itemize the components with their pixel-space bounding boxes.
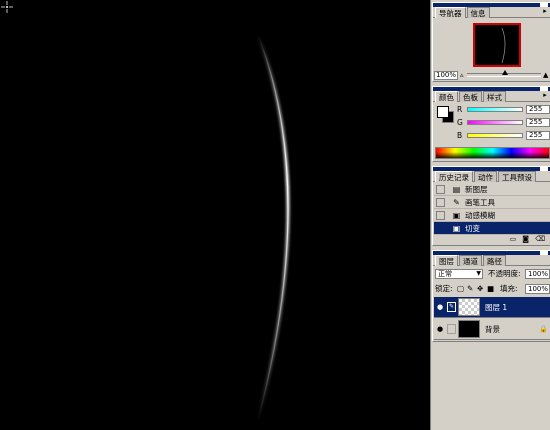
green-slider[interactable]	[467, 120, 523, 125]
snapshot-icon[interactable]: ◙	[522, 235, 529, 244]
palette-dock: 导航器 信息 ▸ 100% ▵ ▲ 颜色 色板 样式 ▸ R 255 G 255…	[430, 0, 550, 430]
fill-field[interactable]: 100%	[525, 284, 550, 294]
history-item[interactable]: ▣ 动感模糊	[434, 209, 550, 222]
red-channel-row: R 255	[455, 105, 550, 115]
navigator-tabs: 导航器 信息 ▸	[433, 7, 550, 18]
history-item[interactable]: ✎ 画笔工具	[434, 196, 550, 209]
crosshair-cursor-icon	[1, 1, 13, 13]
history-tabs: 历史记录 动作 工具预设	[433, 171, 550, 182]
eye-icon[interactable]: ●	[435, 302, 445, 312]
trash-icon[interactable]: ⌫	[535, 235, 545, 244]
history-state-marker-icon[interactable]	[436, 223, 445, 233]
panel-grip[interactable]	[433, 87, 550, 91]
tab-styles[interactable]: 样式	[483, 91, 506, 102]
tab-info[interactable]: 信息	[466, 7, 490, 18]
tab-history[interactable]: 历史记录	[435, 171, 473, 182]
channel-label: G	[457, 118, 463, 127]
blend-mode-value: 正常	[438, 270, 452, 278]
channel-label: R	[457, 105, 463, 114]
lock-icon: 🔒	[539, 325, 548, 333]
green-channel-row: G 255	[455, 118, 550, 128]
foreground-color-swatch[interactable]	[437, 106, 449, 118]
layer-thumbnail	[458, 320, 480, 338]
panel-grip[interactable]	[433, 167, 550, 171]
navigator-preview[interactable]	[473, 23, 521, 67]
history-item-label: 切变	[465, 223, 480, 233]
panel-menu-icon[interactable]: ▸	[540, 7, 550, 16]
mountain-small-icon[interactable]: ▵	[460, 71, 464, 79]
new-document-icon[interactable]: ▭	[510, 235, 517, 244]
eye-icon[interactable]: ●	[435, 324, 445, 334]
filter-icon: ▣	[452, 210, 461, 220]
history-list: ▤ 新图层 ✎ 画笔工具 ▣ 动感模糊 ▣ 切变	[434, 183, 550, 235]
light-streak-artwork	[256, 34, 290, 421]
blue-channel-row: B 255	[455, 131, 550, 141]
layers-tabs: 图层 通道 路径	[433, 255, 550, 266]
mountain-large-icon[interactable]: ▲	[543, 71, 548, 79]
lock-all-icon[interactable]: ■	[487, 284, 494, 294]
panel-grip[interactable]	[433, 251, 550, 255]
green-value-field[interactable]: 255	[526, 118, 550, 127]
navigator-panel: 导航器 信息 ▸ 100% ▵ ▲	[432, 2, 550, 82]
color-panel: 颜色 色板 样式 ▸ R 255 G 255 B 255	[432, 86, 550, 162]
color-spectrum-ramp[interactable]	[435, 147, 550, 159]
channel-label: B	[457, 131, 463, 140]
zoom-field[interactable]: 100%	[434, 71, 458, 80]
layer-row[interactable]: ● 背景 🔒	[434, 319, 550, 340]
tab-tool-presets[interactable]: 工具预设	[498, 171, 536, 182]
lock-label: 锁定:	[435, 284, 453, 293]
lock-image-icon[interactable]: ✎	[467, 284, 473, 294]
filter-icon: ▣	[452, 223, 461, 233]
blue-value-field[interactable]: 255	[526, 131, 550, 140]
brush-icon: ✎	[453, 197, 460, 207]
red-slider[interactable]	[467, 107, 523, 112]
red-value-field[interactable]: 255	[526, 105, 550, 114]
history-panel: 历史记录 动作 工具预设 ▤ 新图层 ✎ 画笔工具 ▣ 动感模糊 ▣ 切变 ▭ …	[432, 166, 550, 246]
blue-slider[interactable]	[467, 133, 523, 138]
fill-label: 填充:	[500, 284, 518, 293]
layers-panel: 图层 通道 路径 正常 ▼ 不透明度: 100% 锁定: ▢ ✎ ✥ ■ 填充:…	[432, 250, 550, 342]
history-source-checkbox[interactable]	[436, 184, 445, 194]
navigator-preview-streak	[501, 27, 506, 64]
layer-row[interactable]: ● ✎ 图层 1	[434, 297, 550, 318]
layer-name: 图层 1	[485, 302, 508, 312]
layer-link-box[interactable]	[447, 324, 456, 334]
tab-channels[interactable]: 通道	[459, 255, 482, 266]
color-tabs: 颜色 色板 样式 ▸	[433, 91, 550, 102]
tab-navigator[interactable]: 导航器	[435, 7, 466, 18]
panel-menu-icon[interactable]: ▸	[540, 91, 550, 100]
history-item-label: 新图层	[465, 184, 488, 194]
document-canvas[interactable]	[0, 0, 430, 430]
tab-swatches[interactable]: 色板	[459, 91, 482, 102]
layer-name: 背景	[485, 324, 500, 334]
tab-layers[interactable]: 图层	[435, 255, 458, 266]
history-item[interactable]: ▤ 新图层	[434, 183, 550, 196]
new-layer-icon: ▤	[452, 184, 461, 194]
opacity-field[interactable]: 100%	[525, 269, 550, 279]
history-item[interactable]: ▣ 切变	[434, 222, 550, 235]
history-item-label: 动感模糊	[465, 210, 495, 220]
history-source-checkbox[interactable]	[436, 210, 445, 220]
zoom-slider-thumb[interactable]	[502, 70, 508, 75]
tab-paths[interactable]: 路径	[483, 255, 506, 266]
layer-thumbnail	[458, 298, 480, 316]
lock-position-icon[interactable]: ✥	[477, 284, 483, 294]
panel-grip[interactable]	[433, 3, 550, 7]
history-source-checkbox[interactable]	[436, 197, 445, 207]
history-item-label: 画笔工具	[465, 197, 495, 207]
chevron-down-icon: ▼	[476, 270, 481, 277]
zoom-slider[interactable]	[467, 70, 541, 77]
tab-actions[interactable]: 动作	[474, 171, 497, 182]
opacity-label: 不透明度:	[488, 269, 521, 278]
lock-transparency-icon[interactable]: ▢	[457, 284, 464, 294]
brush-icon[interactable]: ✎	[447, 302, 456, 312]
history-footer: ▭ ◙ ⌫	[434, 235, 549, 244]
blend-mode-select[interactable]: 正常 ▼	[435, 269, 483, 279]
tab-color[interactable]: 颜色	[435, 91, 458, 102]
